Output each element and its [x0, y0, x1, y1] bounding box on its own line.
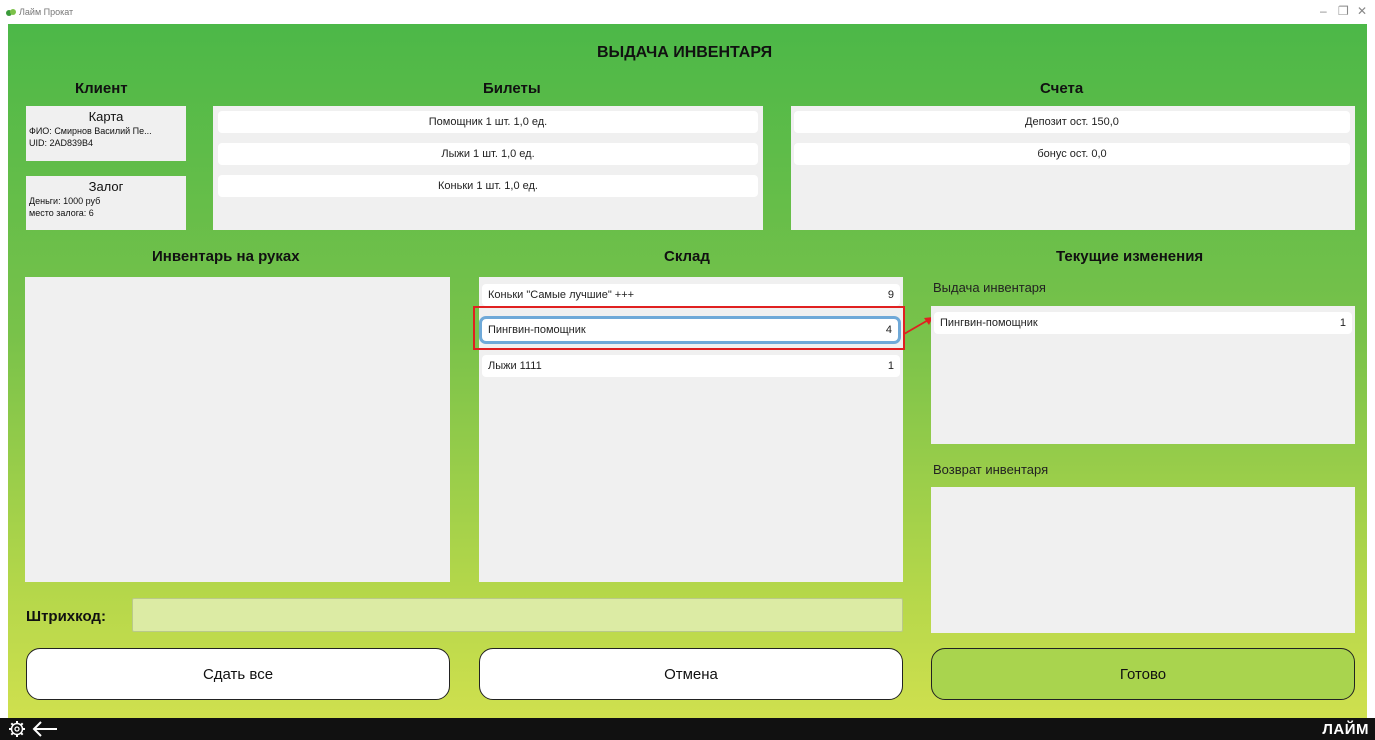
warehouse-item-count: 9 — [887, 289, 894, 301]
ticket-item[interactable]: Лыжи 1 шт. 1,0 ед. — [218, 143, 758, 165]
client-card[interactable]: Карта ФИО: Смирнов Василий Пе... UID: 2A… — [26, 106, 186, 161]
client-fio: ФИО: Смирнов Василий Пе... — [29, 126, 152, 136]
inventory-hands-heading: Инвентарь на руках — [152, 248, 300, 265]
warehouse-heading: Склад — [664, 248, 710, 265]
accounts-panel: Депозит ост. 150,0 бонус ост. 0,0 — [791, 106, 1355, 230]
done-button[interactable]: Готово — [931, 648, 1355, 700]
warehouse-item-name: Коньки "Самые лучшие" +++ — [488, 289, 635, 301]
inventory-hands-panel[interactable] — [25, 277, 450, 582]
warehouse-item-count: 1 — [887, 360, 894, 372]
deposit-card[interactable]: Залог Деньги: 1000 руб место залога: 6 — [26, 176, 186, 230]
close-icon[interactable]: ✕ — [1357, 4, 1367, 18]
warehouse-item-name: Лыжи 1111 — [488, 360, 542, 372]
warehouse-item[interactable]: Лыжи 1111 1 — [482, 355, 900, 377]
barcode-input[interactable] — [132, 598, 903, 632]
page-title: ВЫДАЧА ИНВЕНТАРЯ — [597, 44, 773, 61]
deposit-title: Залог — [88, 179, 124, 194]
cancel-button[interactable]: Отмена — [479, 648, 903, 700]
lime-logo-icon — [6, 9, 16, 16]
issue-panel: Пингвин-помощник 1 — [931, 306, 1355, 444]
issue-item-name: Пингвин-помощник — [940, 317, 1038, 329]
return-all-button[interactable]: Сдать все — [26, 648, 450, 700]
client-card-title: Карта — [88, 109, 124, 124]
issue-item[interactable]: Пингвин-помощник 1 — [934, 312, 1352, 334]
client-uid: UID: 2AD839B4 — [29, 138, 94, 148]
changes-heading: Текущие изменения — [1056, 248, 1204, 265]
return-panel[interactable] — [931, 487, 1355, 633]
main-area: ВЫДАЧА ИНВЕНТАРЯ Клиент Карта ФИО: Смирн… — [8, 24, 1367, 718]
window-titlebar: Лайм Прокат – ❐ ✕ — [0, 0, 1375, 24]
brand-logo: ЛАЙМ — [1322, 721, 1369, 738]
minimize-icon[interactable]: – — [1320, 4, 1327, 18]
issue-item-count: 1 — [1339, 317, 1346, 329]
ticket-item[interactable]: Коньки 1 шт. 1,0 ед. — [218, 175, 758, 197]
accounts-heading: Счета — [1040, 80, 1084, 97]
client-heading: Клиент — [75, 80, 128, 97]
issue-label: Выдача инвентаря — [933, 280, 1046, 295]
window-title: Лайм Прокат — [19, 7, 74, 17]
barcode-label: Штрихкод: — [26, 608, 106, 625]
tickets-heading: Билеты — [483, 80, 541, 97]
ticket-item[interactable]: Помощник 1 шт. 1,0 ед. — [218, 111, 758, 133]
restore-icon[interactable]: ❐ — [1338, 4, 1349, 18]
bottom-bar: ЛАЙМ — [0, 718, 1375, 740]
return-label: Возврат инвентаря — [933, 462, 1049, 477]
back-arrow-icon[interactable] — [32, 721, 58, 737]
tickets-panel: Помощник 1 шт. 1,0 ед. Лыжи 1 шт. 1,0 ед… — [213, 106, 763, 230]
deposit-money: Деньги: 1000 руб — [29, 196, 101, 206]
account-item[interactable]: Депозит ост. 150,0 — [794, 111, 1350, 133]
warehouse-item[interactable]: Коньки "Самые лучшие" +++ 9 — [482, 284, 900, 306]
selection-highlight-box — [473, 306, 905, 350]
deposit-place: место залога: 6 — [29, 208, 94, 218]
account-item[interactable]: бонус ост. 0,0 — [794, 143, 1350, 165]
gear-icon[interactable] — [8, 720, 26, 738]
